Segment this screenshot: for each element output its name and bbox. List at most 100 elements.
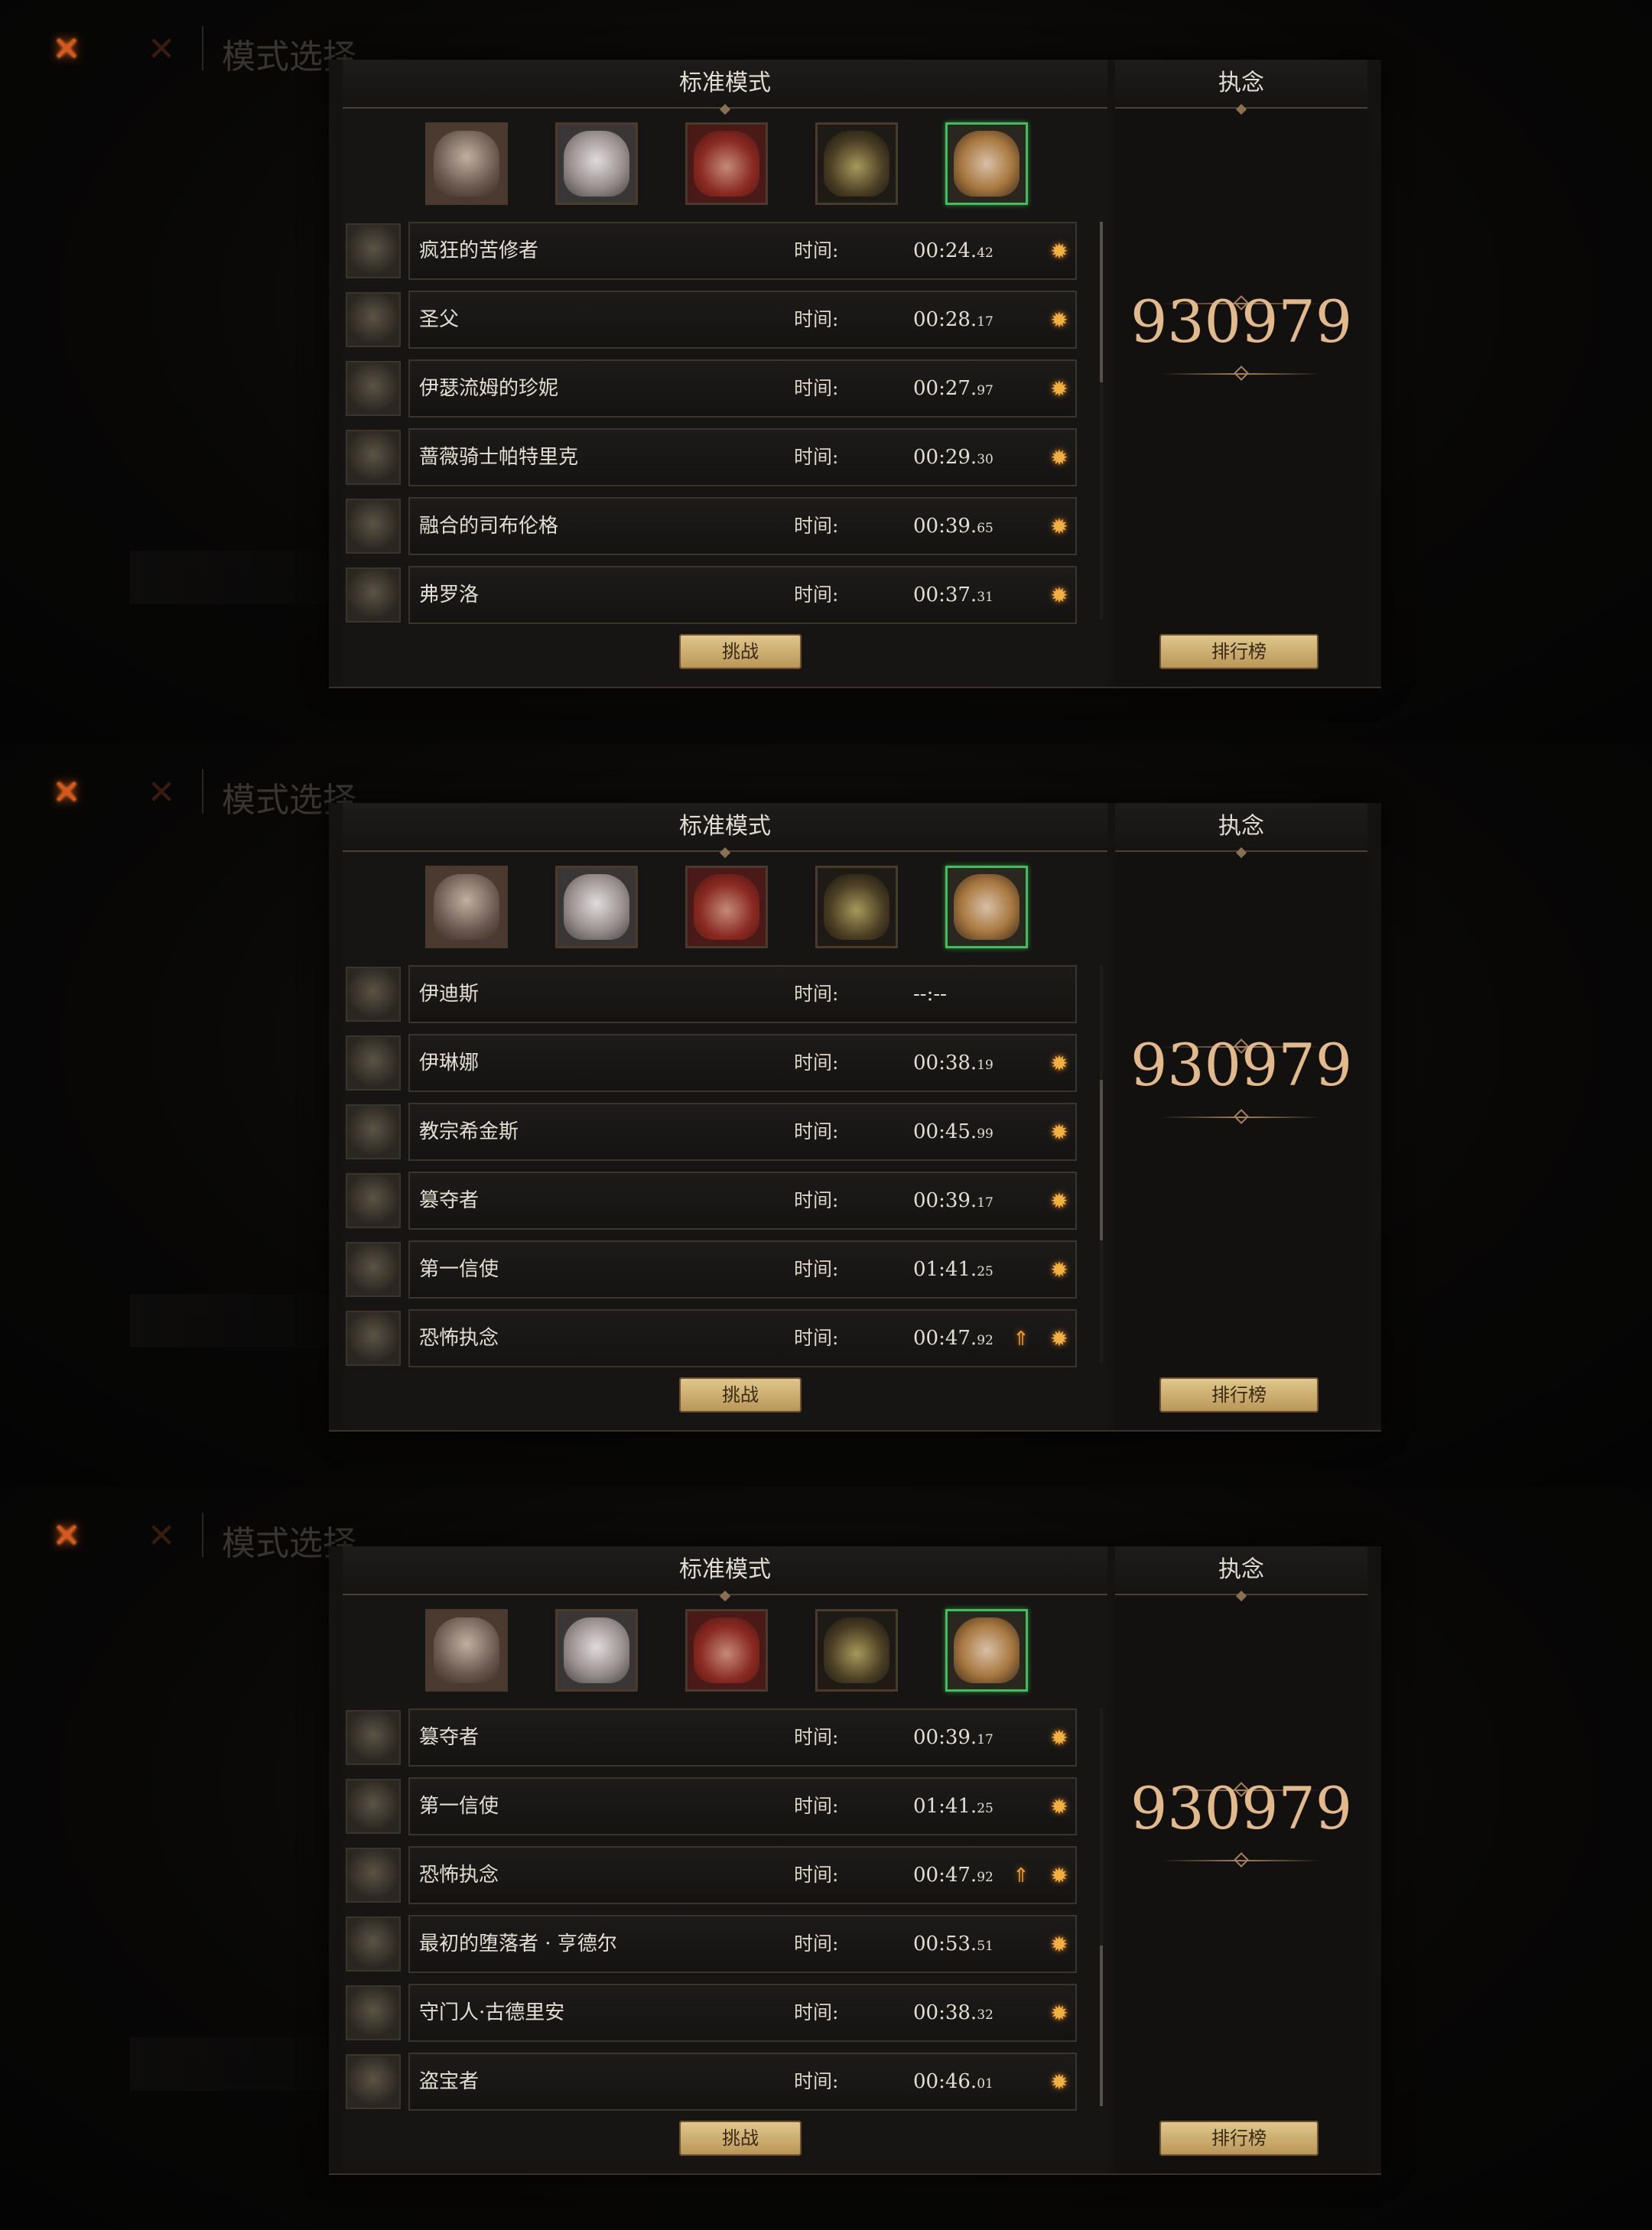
sun-star-icon: ✹ xyxy=(1050,583,1068,608)
scrollbar-thumb[interactable] xyxy=(1100,222,1103,382)
ornament-icon xyxy=(1161,1860,1322,1861)
mode-title: 标准模式 xyxy=(343,803,1107,859)
boss-name: 第一信使 xyxy=(419,1258,499,1281)
boss-row[interactable]: 恐怖执念 时间: 00:47.92 ⇑ ✹ xyxy=(343,1309,1077,1369)
scrollbar[interactable] xyxy=(1100,1708,1103,2106)
time-fraction: 42 xyxy=(977,245,993,261)
boss-row[interactable]: 守门人·古德里安 时间: 00:38.32 ✹ xyxy=(343,1984,1077,2043)
boss-row[interactable]: 圣父 时间: 00:28.17 ✹ xyxy=(343,291,1077,350)
time-label: 时间: xyxy=(794,1864,839,1886)
best-time: 00:29.30 xyxy=(913,428,993,489)
portrait-face xyxy=(564,131,629,197)
divider xyxy=(202,769,203,814)
time-main: 01:41. xyxy=(913,1258,977,1281)
best-time: 00:38.19 xyxy=(913,1034,993,1094)
character-portrait-selected[interactable] xyxy=(945,122,1028,205)
ornament-icon xyxy=(719,1590,731,1602)
boss-portrait xyxy=(346,1035,401,1091)
close-x-icon[interactable]: ✕ xyxy=(50,776,83,810)
portrait-face xyxy=(694,874,759,940)
character-portrait-white-hair[interactable] xyxy=(555,1609,638,1692)
divider xyxy=(202,1513,203,1557)
character-portrait-old-man[interactable] xyxy=(425,1609,508,1692)
character-portrait-white-hair[interactable] xyxy=(555,122,638,205)
close-x-icon[interactable]: ✕ xyxy=(50,1520,83,1553)
upgrade-arrow-icon: ⇑ xyxy=(1013,1328,1029,1351)
boss-row[interactable]: 疯狂的苦修者 时间: 00:24.42 ✹ xyxy=(343,222,1077,281)
leaderboard-button[interactable]: 排行榜 xyxy=(1159,2121,1319,2156)
character-selector xyxy=(343,122,1107,208)
time-label: 时间: xyxy=(794,308,839,330)
challenge-button[interactable]: 挑战 xyxy=(679,634,802,669)
close-x-icon[interactable]: ✕ xyxy=(145,776,177,810)
boss-portrait xyxy=(346,292,401,347)
boss-row[interactable]: 第一信使 时间: 01:41.25 ✹ xyxy=(343,1777,1077,1837)
best-time: 00:39.17 xyxy=(913,1172,993,1232)
sun-star-icon: ✹ xyxy=(1050,2069,1068,2095)
time-main: 00:27. xyxy=(913,377,977,400)
sun-star-icon: ✹ xyxy=(1050,2001,1068,2026)
character-portrait-selected[interactable] xyxy=(945,1609,1028,1692)
boss-row[interactable]: 融合的司布伦格 时间: 00:39.65 ✹ xyxy=(343,497,1077,557)
time-label: 时间: xyxy=(794,983,839,1005)
character-portrait-selected[interactable] xyxy=(945,866,1028,948)
boss-portrait xyxy=(346,1710,401,1765)
boss-row[interactable]: 伊瑟流姆的珍妮 时间: 00:27.97 ✹ xyxy=(343,359,1077,419)
boss-row[interactable]: 最初的堕落者 · 亨德尔 时间: 00:53.51 ✹ xyxy=(343,1915,1077,1975)
close-x-icon[interactable]: ✕ xyxy=(145,33,177,67)
close-x-icon[interactable]: ✕ xyxy=(145,1520,177,1553)
character-portrait-red-hood[interactable] xyxy=(685,1609,768,1692)
close-x-icon[interactable]: ✕ xyxy=(50,33,83,67)
leaderboard-button[interactable]: 排行榜 xyxy=(1159,1377,1319,1412)
time-main: 00:38. xyxy=(913,2001,977,2024)
boss-row[interactable]: 第一信使 时间: 01:41.25 ✹ xyxy=(343,1240,1077,1300)
sun-star-icon: ✹ xyxy=(1050,1326,1068,1351)
time-label: 时间: xyxy=(794,1052,839,1074)
screen-capture: ✕ ✕ 模式选择 标准模式 疯狂的苦修者 时间: 00:24.42 ✹ 圣父 时… xyxy=(0,0,1652,743)
scrollbar[interactable] xyxy=(1100,222,1103,619)
character-portrait-old-man[interactable] xyxy=(425,122,508,205)
boss-row[interactable]: 蔷薇骑士帕特里克 时间: 00:29.30 ✹ xyxy=(343,428,1077,488)
leaderboard-button[interactable]: 排行榜 xyxy=(1159,634,1319,669)
scrollbar-thumb[interactable] xyxy=(1100,1080,1103,1240)
boss-row[interactable]: 教宗希金斯 时间: 00:45.99 ✹ xyxy=(343,1103,1077,1162)
boss-row[interactable]: 篡夺者 时间: 00:39.17 ✹ xyxy=(343,1172,1077,1231)
mode-title-text: 标准模式 xyxy=(679,1556,771,1583)
challenge-button[interactable]: 挑战 xyxy=(679,1377,802,1412)
character-portrait-masked[interactable] xyxy=(815,866,898,948)
best-time: 00:24.42 xyxy=(913,222,993,282)
boss-row[interactable]: 伊琳娜 时间: 00:38.19 ✹ xyxy=(343,1034,1077,1094)
character-portrait-red-hood[interactable] xyxy=(685,122,768,205)
boss-row[interactable]: 篡夺者 时间: 00:39.17 ✹ xyxy=(343,1708,1077,1768)
boss-row[interactable]: 伊迪斯 时间: --:-- xyxy=(343,965,1077,1025)
boss-row[interactable]: 弗罗洛 时间: 00:37.31 ✹ xyxy=(343,566,1077,626)
character-portrait-masked[interactable] xyxy=(815,1609,898,1692)
scrollbar[interactable] xyxy=(1100,965,1103,1363)
time-main: 00:45. xyxy=(913,1120,977,1143)
row-frame xyxy=(408,965,1077,1023)
divider xyxy=(202,26,203,70)
ornament-icon xyxy=(1235,103,1247,115)
boss-row[interactable]: 盗宝者 时间: 00:46.01 ✹ xyxy=(343,2053,1077,2112)
boss-row[interactable]: 恐怖执念 时间: 00:47.92 ⇑ ✹ xyxy=(343,1846,1077,1906)
boss-name: 圣父 xyxy=(419,308,460,331)
sun-star-icon: ✹ xyxy=(1050,1051,1068,1076)
boss-name: 伊迪斯 xyxy=(419,983,480,1006)
scrollbar-thumb[interactable] xyxy=(1100,1946,1103,2106)
character-portrait-old-man[interactable] xyxy=(425,866,508,948)
time-main: 00:39. xyxy=(913,1726,977,1749)
sun-star-icon: ✹ xyxy=(1050,1863,1068,1888)
sun-star-icon: ✹ xyxy=(1050,1932,1068,1957)
mode-title-text: 标准模式 xyxy=(679,70,771,96)
best-time: 00:47.92 xyxy=(913,1309,993,1370)
character-portrait-white-hair[interactable] xyxy=(555,866,638,948)
time-fraction: 19 xyxy=(977,1058,993,1073)
time-main: 01:41. xyxy=(913,1795,977,1818)
boss-name: 守门人·古德里安 xyxy=(419,2001,565,2024)
boss-name: 最初的堕落者 · 亨德尔 xyxy=(419,1933,617,1955)
challenge-button[interactable]: 挑战 xyxy=(679,2121,802,2156)
mode-title: 标准模式 xyxy=(343,60,1107,115)
character-portrait-masked[interactable] xyxy=(815,122,898,205)
character-portrait-red-hood[interactable] xyxy=(685,866,768,948)
obsession-title-text: 执念 xyxy=(1218,1556,1264,1583)
